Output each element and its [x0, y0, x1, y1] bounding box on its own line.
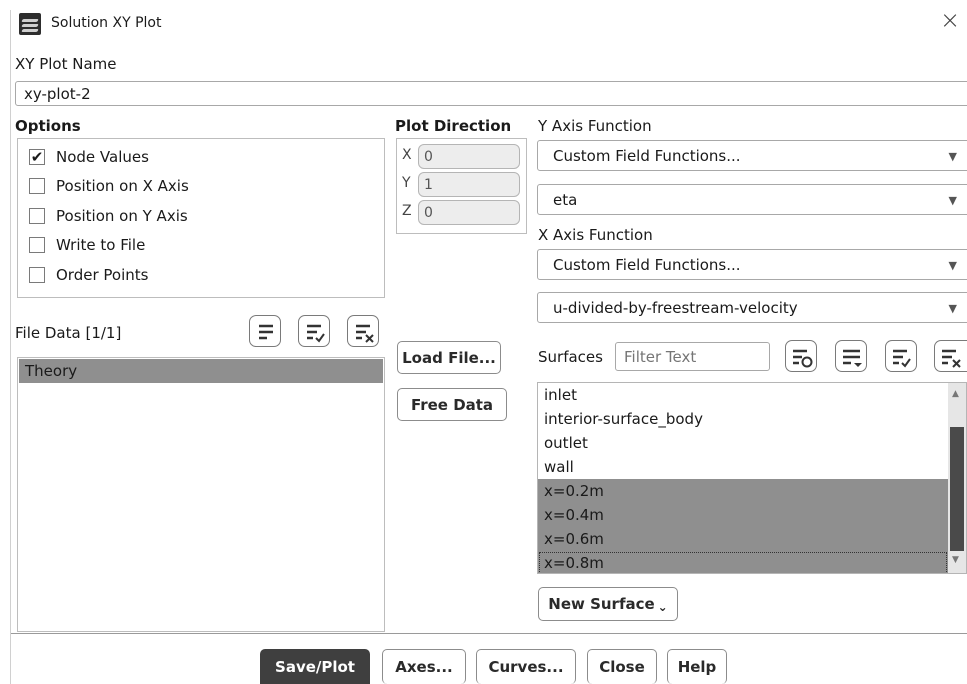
- surfaces-filter-groups-button[interactable]: [785, 340, 817, 372]
- plot-name-input[interactable]: xy-plot-2: [15, 81, 967, 106]
- scroll-down-icon[interactable]: ▼: [952, 555, 959, 565]
- filter-options-icon: [259, 324, 273, 340]
- dropdown-arrow-icon: ▼: [948, 194, 957, 207]
- file-filter-button[interactable]: [249, 315, 281, 347]
- x-direction-input[interactable]: 0: [418, 144, 520, 169]
- surfaces-deselect-all-button[interactable]: [934, 340, 967, 372]
- list-item[interactable]: x=0.2m: [538, 479, 948, 503]
- list-item[interactable]: inlet: [538, 383, 948, 407]
- app-icon: [19, 13, 41, 35]
- plot-name-label: XY Plot Name: [15, 55, 117, 73]
- select-all-icon: [307, 324, 325, 343]
- file-deselect-all-button[interactable]: [347, 315, 379, 347]
- y-axis-function-dropdown[interactable]: eta ▼: [537, 184, 967, 215]
- node-values-checkbox[interactable]: ✔ Node Values: [29, 145, 149, 169]
- write-to-file-checkbox[interactable]: Write to File: [29, 233, 145, 257]
- position-y-checkbox[interactable]: Position on Y Axis: [29, 204, 188, 228]
- list-item[interactable]: wall: [538, 455, 948, 479]
- plot-name-value: xy-plot-2: [24, 84, 91, 103]
- deselect-all-icon: [356, 324, 374, 343]
- list-item[interactable]: interior-surface_body: [538, 407, 948, 431]
- axes-button[interactable]: Axes...: [382, 649, 466, 684]
- filter-menu-icon: [843, 349, 862, 367]
- select-all-icon: [893, 349, 911, 368]
- x-axis-category-dropdown[interactable]: Custom Field Functions... ▼: [537, 249, 967, 280]
- footer-divider: [10, 633, 967, 634]
- surfaces-select-all-button[interactable]: [885, 340, 917, 372]
- position-x-checkbox[interactable]: Position on X Axis: [29, 174, 189, 198]
- scrollbar-thumb[interactable]: [950, 427, 964, 551]
- new-surface-button[interactable]: New Surface ⌄: [538, 587, 678, 621]
- options-heading: Options: [15, 117, 81, 135]
- curves-button[interactable]: Curves...: [476, 649, 576, 684]
- check-icon: ✔: [29, 147, 45, 166]
- deselect-all-icon: [942, 349, 961, 368]
- file-select-all-button[interactable]: [298, 315, 330, 347]
- y-direction-input[interactable]: 1: [418, 172, 520, 197]
- list-item[interactable]: x=0.6m: [538, 527, 948, 551]
- list-item[interactable]: x=0.4m: [538, 503, 948, 527]
- load-file-button[interactable]: Load File...: [397, 341, 501, 374]
- list-item[interactable]: x=0.8m: [538, 551, 948, 573]
- surfaces-list[interactable]: inlet interior-surface_body outlet wall …: [537, 382, 967, 574]
- chevron-down-icon: ⌄: [657, 599, 668, 614]
- close-button[interactable]: Close: [587, 649, 657, 684]
- z-direction-label: Z: [402, 203, 412, 219]
- x-axis-function-label: X Axis Function: [538, 226, 653, 244]
- file-data-list[interactable]: Theory: [17, 357, 385, 632]
- y-direction-label: Y: [402, 175, 411, 191]
- save-plot-button[interactable]: Save/Plot: [260, 649, 370, 684]
- scroll-up-icon[interactable]: ▲: [952, 389, 959, 399]
- list-item[interactable]: outlet: [538, 431, 948, 455]
- y-axis-category-dropdown[interactable]: Custom Field Functions... ▼: [537, 140, 967, 171]
- file-data-label: File Data [1/1]: [15, 324, 122, 342]
- file-data-count: [1/1]: [85, 324, 122, 342]
- order-points-checkbox[interactable]: Order Points: [29, 263, 148, 287]
- close-window-icon[interactable]: ×: [940, 6, 960, 34]
- list-item[interactable]: Theory: [19, 359, 383, 383]
- help-button[interactable]: Help: [667, 649, 727, 684]
- free-data-button[interactable]: Free Data: [397, 388, 507, 421]
- x-axis-function-dropdown[interactable]: u-divided-by-freestream-velocity ▼: [537, 292, 967, 323]
- window-title: Solution XY Plot: [51, 15, 162, 31]
- x-direction-label: X: [402, 147, 412, 163]
- surfaces-filter-input[interactable]: [615, 342, 770, 371]
- y-axis-function-label: Y Axis Function: [538, 117, 652, 135]
- window-border-left: [10, 10, 11, 684]
- dropdown-arrow-icon: ▼: [948, 259, 957, 272]
- surfaces-scrollbar[interactable]: ▲ ▼: [948, 383, 966, 573]
- z-direction-input[interactable]: 0: [418, 200, 520, 225]
- surfaces-label: Surfaces: [538, 348, 603, 366]
- plot-direction-heading: Plot Direction: [395, 117, 512, 135]
- dropdown-arrow-icon: ▼: [948, 302, 957, 315]
- filter-options-icon: [793, 349, 813, 368]
- surfaces-filter-menu-button[interactable]: [835, 340, 867, 372]
- dropdown-arrow-icon: ▼: [948, 150, 957, 163]
